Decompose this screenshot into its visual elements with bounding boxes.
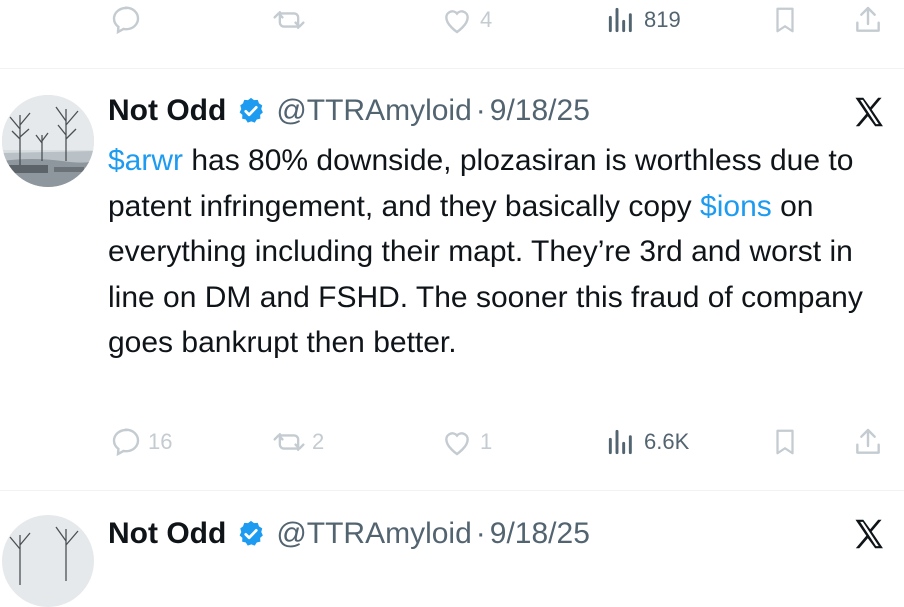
reply-icon [112,428,140,457]
bookmark-button[interactable] [770,426,800,458]
tweet-divider [0,68,904,69]
x-logo-icon [855,97,883,127]
reply-button[interactable] [110,4,148,36]
tweet-text: $arwr has 80% downside, plozasiran is wo… [108,138,898,366]
previous-tweet-actions: 4 819 [0,0,904,40]
share-button[interactable] [852,426,884,458]
views-count: 819 [644,7,681,32]
verified-badge [236,96,266,126]
avatar[interactable] [2,515,94,607]
views-button[interactable]: 6.6K [604,426,689,458]
like-icon [445,432,469,456]
like-button[interactable]: 1 [440,426,492,458]
reply-count: 16 [148,429,173,454]
tweet-header: Not Odd @TTRAmyloid · 9/18/25 [108,514,590,554]
verified-badge-icon [239,520,264,546]
author-name[interactable]: Not Odd [108,517,226,551]
like-count: 1 [480,429,493,454]
tweet-date[interactable]: 9/18/25 [490,517,590,551]
share-icon [856,428,880,454]
like-button[interactable]: 4 [440,4,492,36]
bookmark-icon [776,7,794,33]
author-name[interactable]: Not Odd [108,94,226,128]
views-icon [608,429,632,455]
tweet-header: Not Odd @TTRAmyloid · 9/18/25 [108,91,590,131]
bookmark-icon [776,429,794,455]
x-logo-icon [855,519,883,549]
repost-count: 2 [312,429,325,454]
reply-button[interactable]: 16 [110,426,172,458]
tweet-actions: 16 2 1 6.6K [0,422,904,462]
repost-button[interactable] [272,4,312,36]
views-button[interactable]: 819 [604,4,681,36]
separator-dot: · [475,94,486,127]
author-handle[interactable]: @TTRAmyloid [276,94,471,128]
repost-icon [273,432,305,452]
views-icon [608,7,632,33]
views-count: 6.6K [644,429,690,454]
share-button[interactable] [852,4,884,36]
cashtag-arwr[interactable]: $arwr [108,144,183,177]
avatar[interactable] [2,95,94,187]
cashtag-ions[interactable]: $ions [700,190,772,223]
repost-icon [273,10,305,30]
avatar-image [2,95,94,187]
verified-badge-icon [239,97,264,123]
reply-icon [112,6,140,35]
tweet-date[interactable]: 9/18/25 [490,94,590,128]
x-logo [850,94,888,135]
repost-button[interactable]: 2 [272,426,324,458]
author-handle[interactable]: @TTRAmyloid [276,517,471,551]
verified-badge [236,519,266,549]
like-count: 4 [480,7,493,32]
share-icon [856,6,880,32]
tweet-divider [0,490,904,491]
like-icon [445,10,469,34]
x-logo [850,516,888,557]
bookmark-button[interactable] [770,4,800,36]
separator-dot: · [475,517,486,550]
avatar-image [2,515,94,607]
